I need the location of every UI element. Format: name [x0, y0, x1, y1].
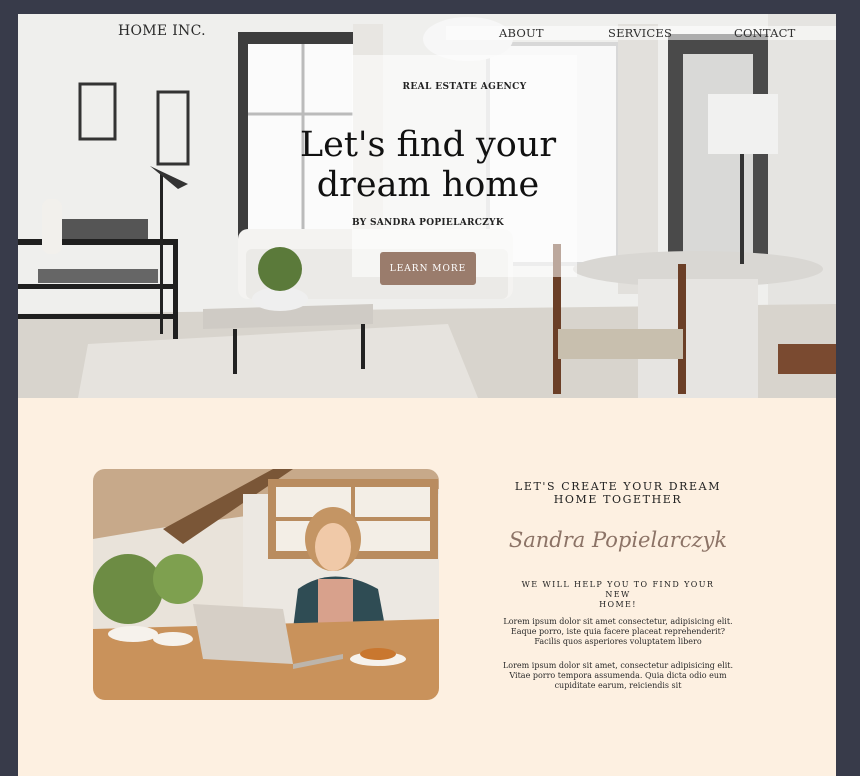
- about-title-line2: HOME TOGETHER: [553, 493, 683, 506]
- hero-section: HOME INC. ABOUT SERVICES CONTACT REAL ES…: [18, 14, 836, 398]
- hero-headline: Let's find your dream home: [278, 125, 578, 205]
- about-title: LET'S CREATE YOUR DREAM HOME TOGETHER: [508, 480, 728, 506]
- about-subtitle-line1: WE WILL HELP YOU TO FIND YOUR NEW: [521, 580, 715, 599]
- about-subtitle: WE WILL HELP YOU TO FIND YOUR NEW HOME!: [508, 580, 728, 610]
- about-paragraph-2: Lorem ipsum dolor sit amet, consectetur …: [502, 661, 734, 690]
- agent-photo-image: [93, 469, 439, 700]
- nav-contact-link[interactable]: CONTACT: [734, 26, 796, 40]
- hero-eyebrow: REAL ESTATE AGENCY: [402, 82, 527, 92]
- signature: Sandra Popielarczyk: [508, 528, 728, 552]
- hero-byline: BY SANDRA POPIELARCZYK: [352, 218, 504, 228]
- nav-about-link[interactable]: ABOUT: [499, 26, 544, 40]
- brand-logo[interactable]: HOME INC.: [118, 23, 206, 39]
- agent-photo: [93, 469, 439, 700]
- hero-headline-line2: dream home: [316, 165, 540, 205]
- page: HOME INC. ABOUT SERVICES CONTACT REAL ES…: [18, 14, 836, 776]
- about-paragraph-1: Lorem ipsum dolor sit amet consectetur, …: [503, 617, 733, 646]
- about-title-line1: LET'S CREATE YOUR DREAM: [514, 480, 722, 493]
- about-subtitle-line2: HOME!: [599, 600, 637, 609]
- nav-services-link[interactable]: SERVICES: [608, 26, 672, 40]
- learn-more-button[interactable]: LEARN MORE: [380, 252, 476, 285]
- hero-headline-line1: Let's find your: [299, 125, 557, 165]
